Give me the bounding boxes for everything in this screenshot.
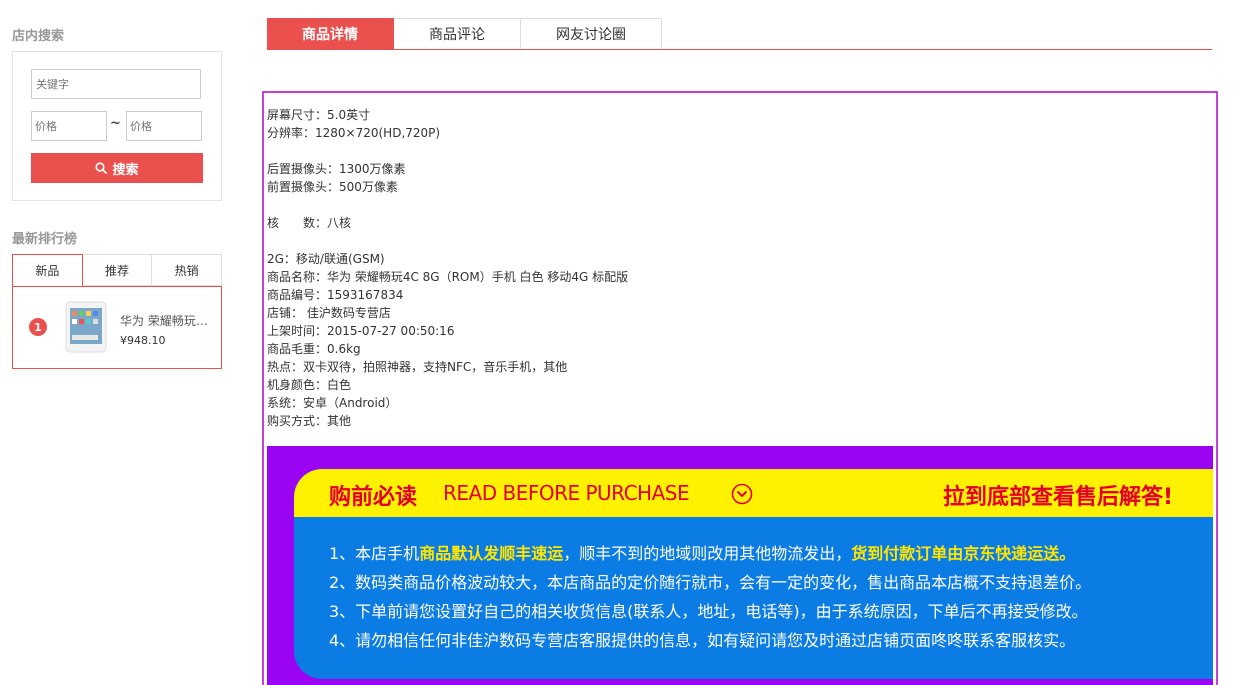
spec-system: 系统：安卓（Android） [267,396,398,410]
spec-spacer [267,142,628,160]
spec-spacer [267,196,628,214]
spec-cores: 核 数：八核 [267,216,352,230]
tab-product-details[interactable]: 商品详情 [267,18,394,50]
rank-item-price: ¥948.10 [120,334,166,347]
notice-item-text: ，顺丰不到的地域则改用其他物流发出， [563,544,852,563]
spec-store: 店铺： 佳沪数码专营店 [267,306,391,320]
price-separator: ~ [110,116,121,131]
ranking-title: 最新排行榜 [12,232,78,247]
search-button-label: 搜索 [112,162,139,178]
product-thumbnail[interactable] [63,301,109,353]
price-max-input[interactable] [126,111,202,141]
chevron-down-circle-icon [731,483,753,505]
rank-tab-recommended[interactable]: 推荐 [82,254,153,286]
notice-header: 购前必读 READ BEFORE PURCHASE 拉到底部查看售后解答! [294,469,1213,517]
spec-listing-time: 上架时间：2015-07-27 00:50:16 [267,324,455,338]
search-button[interactable]: 搜索 [31,153,203,183]
tab-discussion[interactable]: 网友讨论圈 [521,18,662,50]
purchase-notice-banner: 购前必读 READ BEFORE PURCHASE 拉到底部查看售后解答! 1、… [267,446,1213,685]
shop-search-title: 店内搜索 [12,29,65,44]
spec-rear-camera: 后置摄像头：1300万像素 [267,162,406,176]
product-specs: 屏幕尺寸：5.0英寸 分辨率：1280×720(HD,720P) 后置摄像头：1… [267,106,628,430]
rank-tab-new[interactable]: 新品 [12,254,83,286]
notice-title: 购前必读 [329,485,418,510]
shop-search-panel: ~ 搜索 [12,51,222,201]
notice-after-sales-hint: 拉到底部查看售后解答! [942,485,1173,510]
notice-item-text: 1、本店手机 [329,544,420,563]
spec-screen-size: 屏幕尺寸：5.0英寸 [267,108,371,122]
ranking-list: 1 华为 荣耀畅玩4C 8G（ROM）手机 白色 移动4G 标配版 ¥948.1… [12,286,222,369]
spec-purchase-method: 购买方式：其他 [267,414,352,428]
keyword-input[interactable] [31,69,201,99]
notice-item: 3、下单前请您设置好自己的相关收货信息(联系人，地址，电话等)，由于系统原因，下… [329,602,1088,621]
product-detail-panel: 屏幕尺寸：5.0英寸 分辨率：1280×720(HD,720P) 后置摄像头：1… [262,91,1218,685]
tab-product-reviews[interactable]: 商品评论 [394,18,521,50]
spec-color: 机身颜色：白色 [267,378,352,392]
notice-item: 2、数码类商品价格波动较大，本店商品的定价随行就市，会有一定的变化，售出商品本店… [329,573,1092,592]
search-icon [95,162,108,174]
price-min-input[interactable] [31,111,107,141]
notice-list: 1、本店手机商品默认发顺丰速运，顺丰不到的地域则改用其他物流发出，货到付款订单由… [329,539,1091,655]
rank-tab-hot[interactable]: 热销 [152,254,223,286]
notice-item: 4、请勿相信任何非佳沪数码专营店客服提供的信息，如有疑问请您及时通过店铺页面咚咚… [329,631,1076,650]
ranking-tabs: 新品 推荐 热销 [12,254,223,286]
notice-highlight: 货到付款订单由京东快递运送。 [851,544,1076,563]
rank-item-name[interactable]: 华为 荣耀畅玩4C 8G（ROM）手机 白色 移动4G 标配版 [120,312,210,329]
tab-underline [267,49,1212,50]
spec-weight: 商品毛重：0.6kg [267,342,361,356]
spec-spacer [267,232,628,250]
spec-front-camera: 前置摄像头：500万像素 [267,180,398,194]
notice-highlight: 商品默认发顺丰速运 [419,544,564,563]
spec-resolution: 分辨率：1280×720(HD,720P) [267,126,441,140]
spec-2g: 2G：移动/联通(GSM) [267,252,385,266]
spec-product-name: 商品名称：华为 荣耀畅玩4C 8G（ROM）手机 白色 移动4G 标配版 [267,270,629,284]
notice-panel: 购前必读 READ BEFORE PURCHASE 拉到底部查看售后解答! 1、… [294,469,1213,679]
spec-highlights: 热点：双卡双待，拍照神器，支持NFC，音乐手机，其他 [267,360,568,374]
rank-number-badge: 1 [29,318,47,336]
notice-subtitle: READ BEFORE PURCHASE [443,481,690,505]
detail-tabs: 商品详情 商品评论 网友讨论圈 [267,18,662,50]
notice-item: 1、本店手机商品默认发顺丰速运，顺丰不到的地域则改用其他物流发出，货到付款订单由… [329,539,1091,568]
spec-product-id: 商品编号：1593167834 [267,288,404,302]
